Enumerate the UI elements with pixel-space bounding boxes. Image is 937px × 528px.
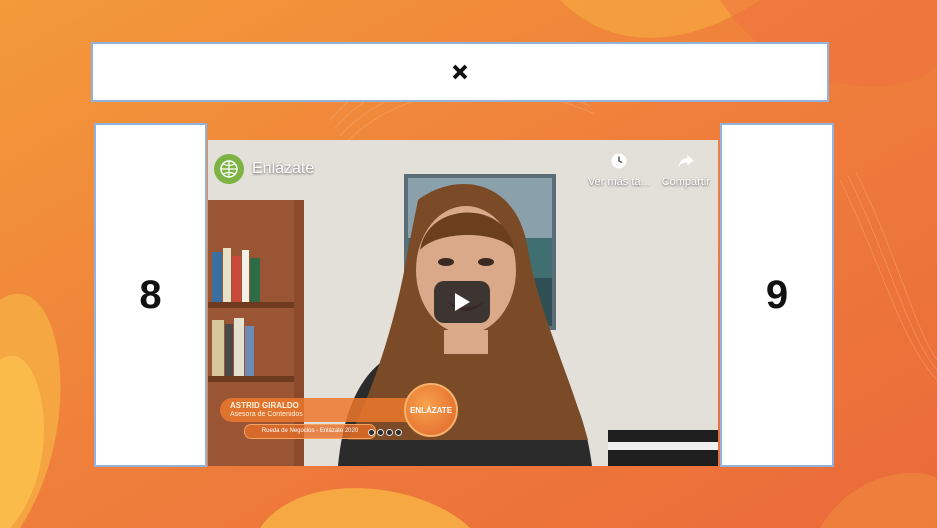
next-slide-button[interactable]: 9: [720, 123, 834, 467]
speaker-role: Asesora de Contenidos: [230, 411, 303, 418]
watch-later-label: Ver más ta...: [587, 176, 650, 188]
speaker-lower-third: ASTRID GIRALDO Asesora de Contenidos: [220, 398, 410, 422]
event-pill: Rueda de Negocios - Enlázate 2020: [244, 424, 376, 439]
play-icon: [455, 293, 470, 311]
previous-slide-button[interactable]: 8: [94, 123, 207, 467]
channel-logo[interactable]: [214, 154, 244, 184]
share-icon: [678, 155, 694, 167]
play-button[interactable]: [434, 281, 490, 323]
dot: [377, 429, 384, 436]
previous-slide-number: 8: [139, 272, 162, 317]
decorative-dots: [368, 429, 402, 436]
close-icon: [452, 64, 468, 80]
dot: [395, 429, 402, 436]
dot: [368, 429, 375, 436]
share-label: Compartir: [661, 176, 710, 188]
event-badge: ENLÁZATE: [404, 383, 458, 437]
share-button[interactable]: Compartir: [662, 152, 710, 188]
close-button[interactable]: [91, 42, 829, 102]
channel-name[interactable]: Enlázate: [252, 160, 314, 178]
watch-later-button[interactable]: Ver más ta...: [588, 152, 650, 188]
video-player[interactable]: Enlázate Ver más ta... Compartir ASTRID …: [208, 140, 718, 466]
globe-icon: [220, 160, 238, 178]
clock-icon: [611, 153, 627, 169]
dot: [386, 429, 393, 436]
next-slide-number: 9: [765, 272, 789, 317]
speaker-name: ASTRID GIRALDO: [230, 401, 299, 410]
